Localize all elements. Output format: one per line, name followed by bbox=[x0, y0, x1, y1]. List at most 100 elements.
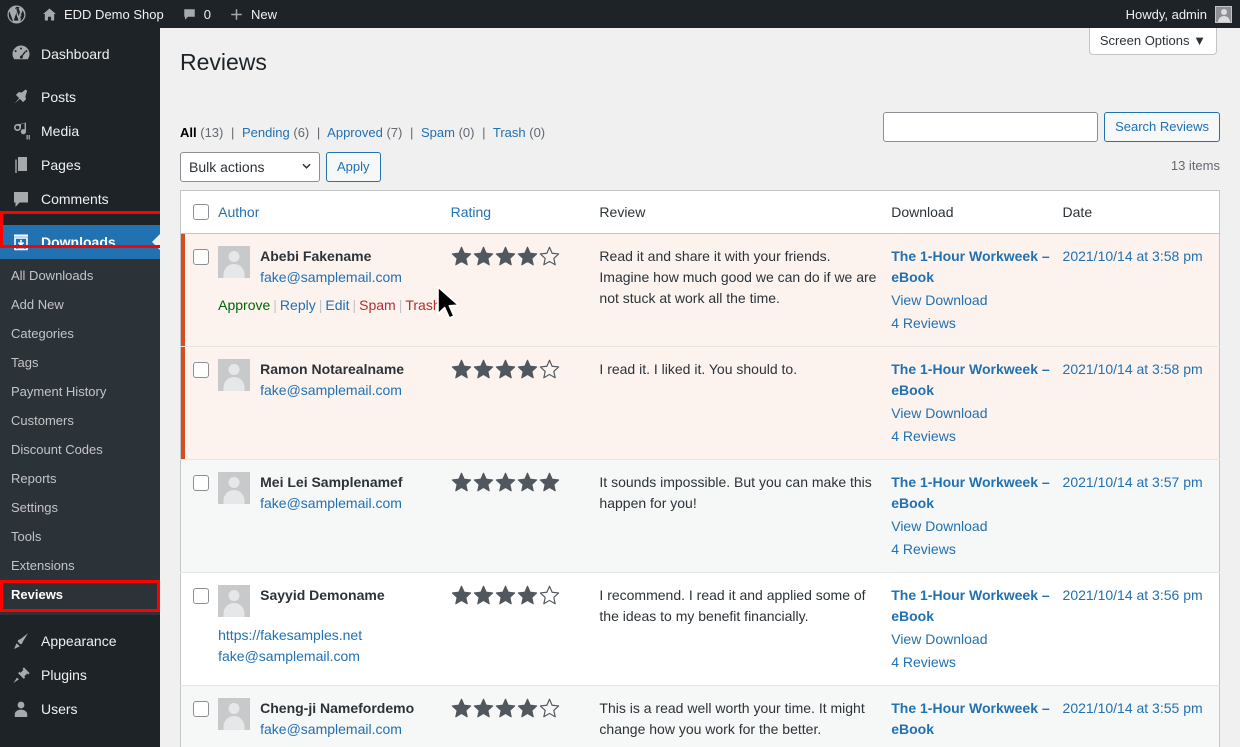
action-spam[interactable]: Spam bbox=[359, 297, 396, 313]
row-checkbox[interactable] bbox=[193, 701, 209, 717]
select-all-checkbox[interactable] bbox=[193, 204, 209, 220]
sidebar-item-users[interactable]: Users bbox=[0, 692, 160, 726]
author-email-link[interactable]: fake@samplemail.com bbox=[260, 267, 402, 288]
sort-rating-link[interactable]: Rating bbox=[451, 204, 491, 220]
sidebar-subitem-reviews[interactable]: Reviews bbox=[0, 580, 160, 609]
author-email-link[interactable]: fake@samplemail.com bbox=[260, 719, 414, 740]
download-title-link[interactable]: The 1-Hour Workweek – eBook bbox=[891, 246, 1052, 288]
admin-bar: EDD Demo Shop 0 New Howdy, admin bbox=[0, 0, 1240, 28]
sidebar-subitem-settings[interactable]: Settings bbox=[0, 493, 160, 522]
star-filled-icon bbox=[517, 472, 537, 492]
download-title-link[interactable]: The 1-Hour Workweek – eBook bbox=[891, 472, 1052, 514]
search-input[interactable] bbox=[883, 112, 1099, 142]
sidebar-item-media[interactable]: Media bbox=[0, 114, 160, 148]
download-title-link[interactable]: The 1-Hour Workweek – eBook bbox=[891, 585, 1052, 627]
sidebar-subitem-payment-history[interactable]: Payment History bbox=[0, 377, 160, 406]
download-title-link[interactable]: The 1-Hour Workweek – eBook bbox=[891, 359, 1052, 401]
view-download-link[interactable]: View Download bbox=[891, 516, 1052, 537]
sidebar-item-appearance[interactable]: Appearance bbox=[0, 624, 160, 658]
sidebar-subitem-tags[interactable]: Tags bbox=[0, 348, 160, 377]
new-content-button[interactable]: New bbox=[220, 0, 286, 28]
filter-all[interactable]: All bbox=[180, 125, 197, 140]
site-name-menu[interactable]: EDD Demo Shop bbox=[33, 0, 173, 28]
avatar bbox=[218, 246, 251, 278]
view-download-link[interactable]: View Download bbox=[891, 403, 1052, 424]
sidebar-item-label: Media bbox=[41, 123, 80, 139]
download-title-link[interactable]: The 1-Hour Workweek – eBook bbox=[891, 698, 1052, 740]
view-download-link[interactable]: View Download bbox=[891, 742, 1052, 747]
author-name: Mei Lei Samplenamef bbox=[260, 474, 403, 490]
row-checkbox[interactable] bbox=[193, 362, 209, 378]
my-account-menu[interactable]: Howdy, admin bbox=[1126, 5, 1240, 23]
star-filled-icon bbox=[473, 472, 493, 492]
sidebar-item-label: Downloads bbox=[41, 234, 116, 250]
view-download-link[interactable]: View Download bbox=[891, 629, 1052, 650]
sidebar-subitem-extensions[interactable]: Extensions bbox=[0, 551, 160, 580]
sidebar-item-posts[interactable]: Posts bbox=[0, 80, 160, 114]
filter-spam-count: (0) bbox=[458, 125, 475, 140]
sidebar-subitem-tools[interactable]: Tools bbox=[0, 522, 160, 551]
sidebar-subitem-categories[interactable]: Categories bbox=[0, 319, 160, 348]
star-filled-icon bbox=[495, 246, 515, 266]
menu-spacer-top bbox=[0, 28, 160, 37]
reviews-count-link[interactable]: 4 Reviews bbox=[891, 652, 1052, 673]
wordpress-logo-button[interactable] bbox=[0, 0, 33, 28]
users-icon bbox=[14, 701, 28, 717]
avatar bbox=[1215, 5, 1232, 23]
author-email-link[interactable]: fake@samplemail.com bbox=[260, 493, 402, 514]
row-checkbox[interactable] bbox=[193, 249, 209, 265]
author-url-link[interactable]: https://fakesamples.net bbox=[218, 625, 441, 646]
content-area: Screen Options ▼ Reviews All (13) | Pend… bbox=[160, 28, 1240, 747]
sort-author-link[interactable]: Author bbox=[218, 204, 259, 220]
filter-approved[interactable]: Approved bbox=[327, 125, 383, 140]
reviews-table: Author Rating Review Download Date Abebi… bbox=[180, 190, 1220, 747]
filter-pending[interactable]: Pending bbox=[242, 125, 290, 140]
filter-spam[interactable]: Spam bbox=[421, 125, 455, 140]
sidebar-item-comments[interactable]: Comments bbox=[0, 182, 160, 216]
date-text: 2021/10/14 at 3:58 pm bbox=[1062, 248, 1203, 264]
sidebar-subitem-all-downloads[interactable]: All Downloads bbox=[0, 261, 160, 290]
action-approve[interactable]: Approve bbox=[218, 297, 270, 313]
comments-bubble-button[interactable]: 0 bbox=[173, 0, 220, 28]
column-header-rating: Rating bbox=[450, 190, 600, 234]
sidebar-subitem-discount-codes[interactable]: Discount Codes bbox=[0, 435, 160, 464]
author-email-link[interactable]: fake@samplemail.com bbox=[218, 646, 441, 667]
sidebar-subitem-customers[interactable]: Customers bbox=[0, 406, 160, 435]
download-cell: The 1-Hour Workweek – eBookView Download… bbox=[891, 346, 1063, 460]
filter-all-count: (13) bbox=[200, 125, 224, 140]
screen-options-label: Screen Options bbox=[1099, 33, 1190, 48]
date-cell: 2021/10/14 at 3:56 pm bbox=[1062, 572, 1220, 686]
sidebar-item-dashboard[interactable]: Dashboard bbox=[0, 37, 160, 71]
apply-button[interactable]: Apply bbox=[326, 152, 381, 182]
author-block: Mei Lei Samplenamef fake@samplemail.com bbox=[218, 472, 441, 514]
reviews-count-link[interactable]: 4 Reviews bbox=[891, 426, 1052, 447]
reviews-count-link[interactable]: 4 Reviews bbox=[891, 539, 1052, 560]
action-reply[interactable]: Reply bbox=[280, 297, 316, 313]
row-checkbox[interactable] bbox=[193, 475, 209, 491]
table-row: Sayyid Demoname https://fakesamples.net fa… bbox=[180, 572, 1220, 686]
action-separator: | bbox=[318, 297, 323, 313]
sidebar-item-plugins[interactable]: Plugins bbox=[0, 658, 160, 692]
sidebar-item-label: Dashboard bbox=[41, 46, 110, 62]
view-download-link[interactable]: View Download bbox=[891, 290, 1052, 311]
sidebar-subitem-reports[interactable]: Reports bbox=[0, 464, 160, 493]
filter-trash[interactable]: Trash bbox=[493, 125, 526, 140]
screen-options-toggle[interactable]: Screen Options ▼ bbox=[1088, 28, 1217, 55]
table-header: Author Rating Review Download Date bbox=[180, 190, 1220, 234]
action-edit[interactable]: Edit bbox=[325, 297, 349, 313]
star-rating bbox=[451, 359, 590, 380]
search-reviews-button[interactable]: Search Reviews bbox=[1104, 112, 1220, 142]
sidebar-subitem-add-new[interactable]: Add New bbox=[0, 290, 160, 319]
displaying-num: 13 items bbox=[1170, 158, 1220, 173]
reviews-count-link[interactable]: 4 Reviews bbox=[891, 313, 1052, 334]
sidebar-item-downloads[interactable]: Downloads bbox=[0, 225, 160, 259]
author-info: Mei Lei Samplenamef fake@samplemail.com bbox=[260, 472, 402, 514]
row-checkbox[interactable] bbox=[193, 588, 209, 604]
author-block: Abebi Fakename fake@samplemail.com bbox=[218, 246, 441, 288]
action-trash[interactable]: Trash bbox=[405, 297, 440, 313]
date-text: 2021/10/14 at 3:57 pm bbox=[1062, 474, 1203, 490]
sidebar-item-pages[interactable]: Pages bbox=[0, 148, 160, 182]
bulk-actions-select[interactable]: Bulk actions bbox=[180, 152, 320, 182]
sidebar-item-label: Posts bbox=[41, 89, 77, 105]
author-email-link[interactable]: fake@samplemail.com bbox=[260, 380, 404, 401]
